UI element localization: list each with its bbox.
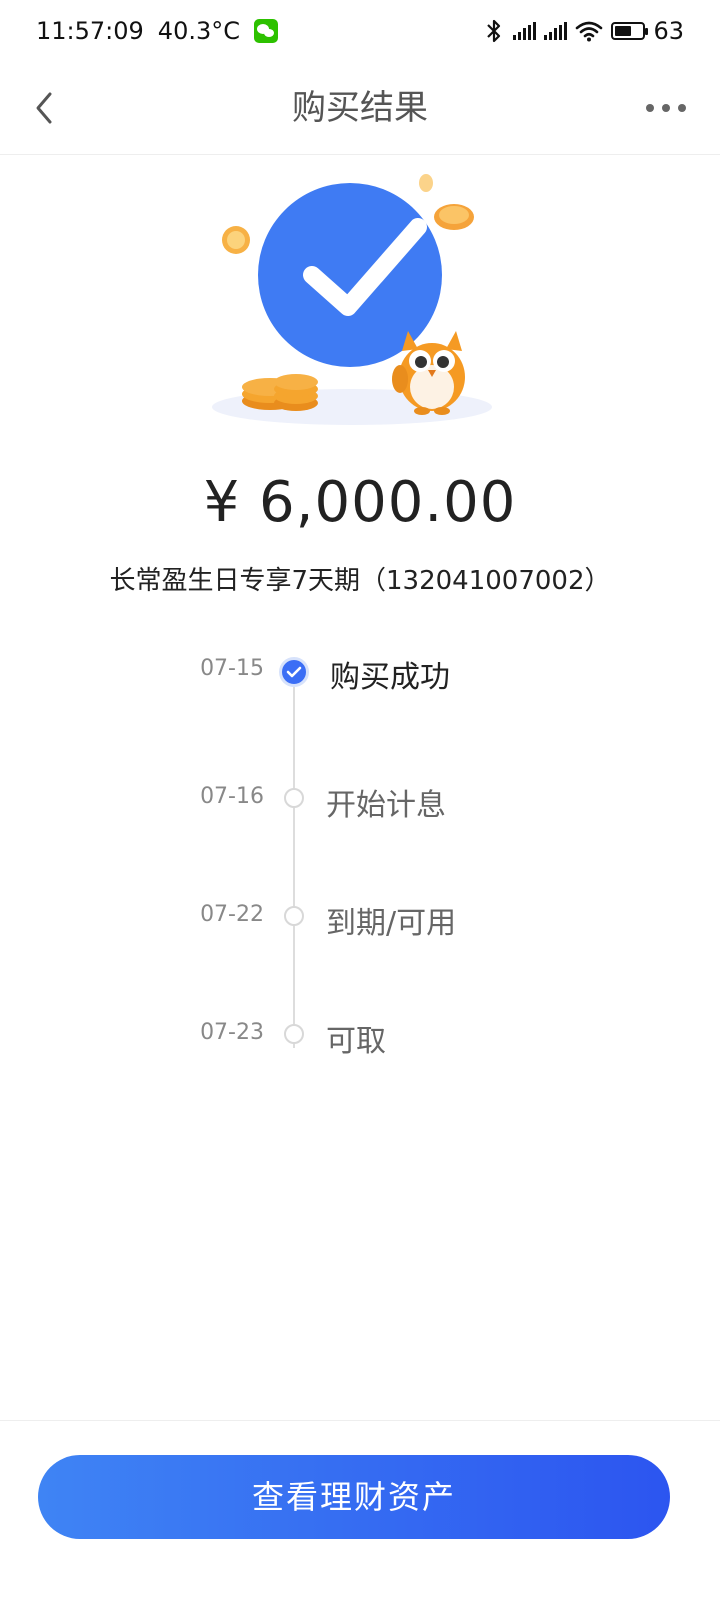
pending-circle-icon	[284, 906, 304, 926]
status-time: 11:57:09	[36, 17, 144, 45]
timeline-step: 07-22 到期/可用	[0, 894, 720, 944]
step-date: 07-15	[200, 656, 264, 681]
status-bar: 11:57:09 40.3°C 63	[0, 0, 720, 62]
step-label: 可取	[326, 1024, 386, 1059]
step-label: 到期/可用	[326, 906, 457, 941]
step-label: 购买成功	[330, 660, 450, 695]
step-label: 开始计息	[326, 788, 446, 823]
page-title: 购买结果	[292, 88, 428, 128]
timeline-step: 07-23 可取	[0, 1012, 720, 1062]
step-date: 07-22	[200, 902, 264, 927]
status-right: 63	[483, 14, 684, 48]
chevron-left-icon	[36, 92, 52, 124]
purchase-amount: ¥ 6,000.00	[203, 470, 517, 535]
wifi-icon	[576, 21, 603, 42]
nav-bar: 购买结果	[0, 62, 720, 155]
timeline-step: 07-16 开始计息	[0, 776, 720, 826]
bluetooth-icon	[487, 19, 501, 43]
pending-circle-icon	[284, 1024, 304, 1044]
status-left: 11:57:09 40.3°C	[36, 14, 278, 48]
check-circle-icon	[279, 657, 309, 687]
view-assets-button[interactable]: 查看理财资产	[38, 1455, 670, 1539]
step-date: 07-23	[200, 1020, 264, 1045]
timeline-step: 07-15 购买成功	[0, 648, 720, 698]
success-check-illustration	[212, 174, 492, 425]
wechat-notification-icon	[254, 19, 278, 43]
success-illustration	[200, 165, 510, 435]
step-date: 07-16	[200, 784, 264, 809]
battery-level: 63	[653, 17, 684, 45]
product-name: 长常盈生日专享7天期（132041007002）	[109, 566, 611, 596]
purchase-timeline: 07-15 购买成功 07-16 开始计息 07-22 到期/可用 07-23 …	[0, 640, 720, 1060]
back-button[interactable]	[20, 84, 68, 132]
bottom-divider	[0, 1420, 720, 1421]
cell-signal-1-icon	[513, 22, 537, 40]
more-button[interactable]	[642, 90, 690, 126]
timeline-line	[293, 668, 295, 1048]
battery-icon	[611, 22, 649, 40]
cell-signal-2-icon	[544, 22, 568, 40]
status-temperature: 40.3°C	[157, 17, 240, 45]
more-dots-icon	[646, 104, 686, 112]
pending-circle-icon	[284, 788, 304, 808]
